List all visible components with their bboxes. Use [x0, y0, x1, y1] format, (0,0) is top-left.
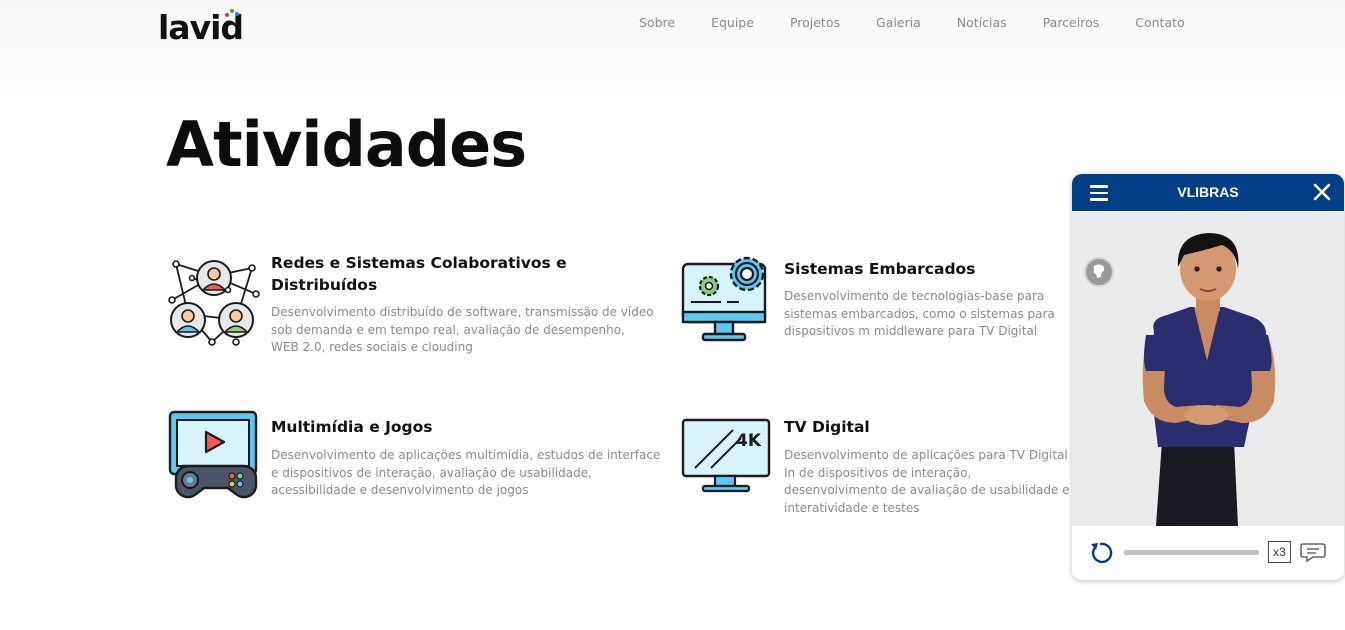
close-icon[interactable] — [1312, 182, 1332, 202]
vlibras-widget: VLIBRAS x3 — [1072, 174, 1344, 580]
video-gamepad-icon — [168, 410, 258, 499]
nav-contato[interactable]: Contato — [1135, 14, 1184, 32]
svg-text:4K: 4K — [736, 431, 762, 451]
subtitle-icon[interactable] — [1300, 541, 1326, 563]
vlibras-controls: x3 — [1072, 526, 1344, 580]
activity-tv-digital: 4K TV Digital Desenvolvimento de aplicaç… — [681, 410, 1076, 515]
site-header: lavid Sobre Equipe Projetos Galeria Notí… — [0, 0, 1345, 100]
main-nav: Sobre Equipe Projetos Galeria Notícias P… — [622, 14, 1221, 32]
activity-description: Desenvolvimento de aplicações multimídia… — [271, 448, 661, 497]
activity-sistemas-embarcados: Sistemas Embarcados Desenvolvimento de t… — [681, 252, 1076, 352]
activity-title: Multimídia e Jogos — [271, 418, 433, 436]
vlibras-header: VLIBRAS — [1072, 174, 1344, 211]
sign-language-avatar — [1142, 233, 1276, 526]
nav-galeria[interactable]: Galeria — [876, 14, 921, 32]
activity-description: Desenvolvimento de aplicações para TV Di… — [784, 448, 1070, 515]
tv-4k-icon: 4K — [681, 418, 771, 493]
monitor-gears-icon — [681, 256, 767, 342]
vlibras-avatar-stage — [1072, 211, 1344, 526]
page-title: Atividades — [166, 108, 527, 181]
activity-redes: Redes e Sistemas Colaborativos e Distrib… — [168, 254, 668, 364]
activity-title: Redes e Sistemas Colaborativos e Distrib… — [271, 254, 567, 294]
nav-parceiros[interactable]: Parceiros — [1043, 14, 1100, 32]
site-logo[interactable]: lavid — [158, 8, 244, 48]
activity-multimidia-jogos: Multimídia e Jogos Desenvolvimento de ap… — [168, 410, 668, 505]
network-people-icon — [168, 260, 260, 346]
vlibras-title: VLIBRAS — [1177, 184, 1239, 200]
nav-noticias[interactable]: Notícias — [957, 14, 1007, 32]
nav-projetos[interactable]: Projetos — [790, 14, 840, 32]
logo-dots-icon — [225, 9, 239, 17]
speed-button[interactable]: x3 — [1268, 541, 1291, 563]
activity-description: Desenvolvimento distribuído de software,… — [271, 305, 654, 354]
nav-equipe[interactable]: Equipe — [711, 14, 754, 32]
activity-title: Sistemas Embarcados — [784, 260, 976, 278]
playback-progress-bar[interactable] — [1124, 550, 1259, 555]
activity-title: TV Digital — [784, 418, 870, 436]
nav-sobre[interactable]: Sobre — [639, 14, 675, 32]
replay-icon[interactable] — [1088, 540, 1114, 566]
activity-description: Desenvolvimento de tecnologias-base para… — [784, 289, 1055, 338]
